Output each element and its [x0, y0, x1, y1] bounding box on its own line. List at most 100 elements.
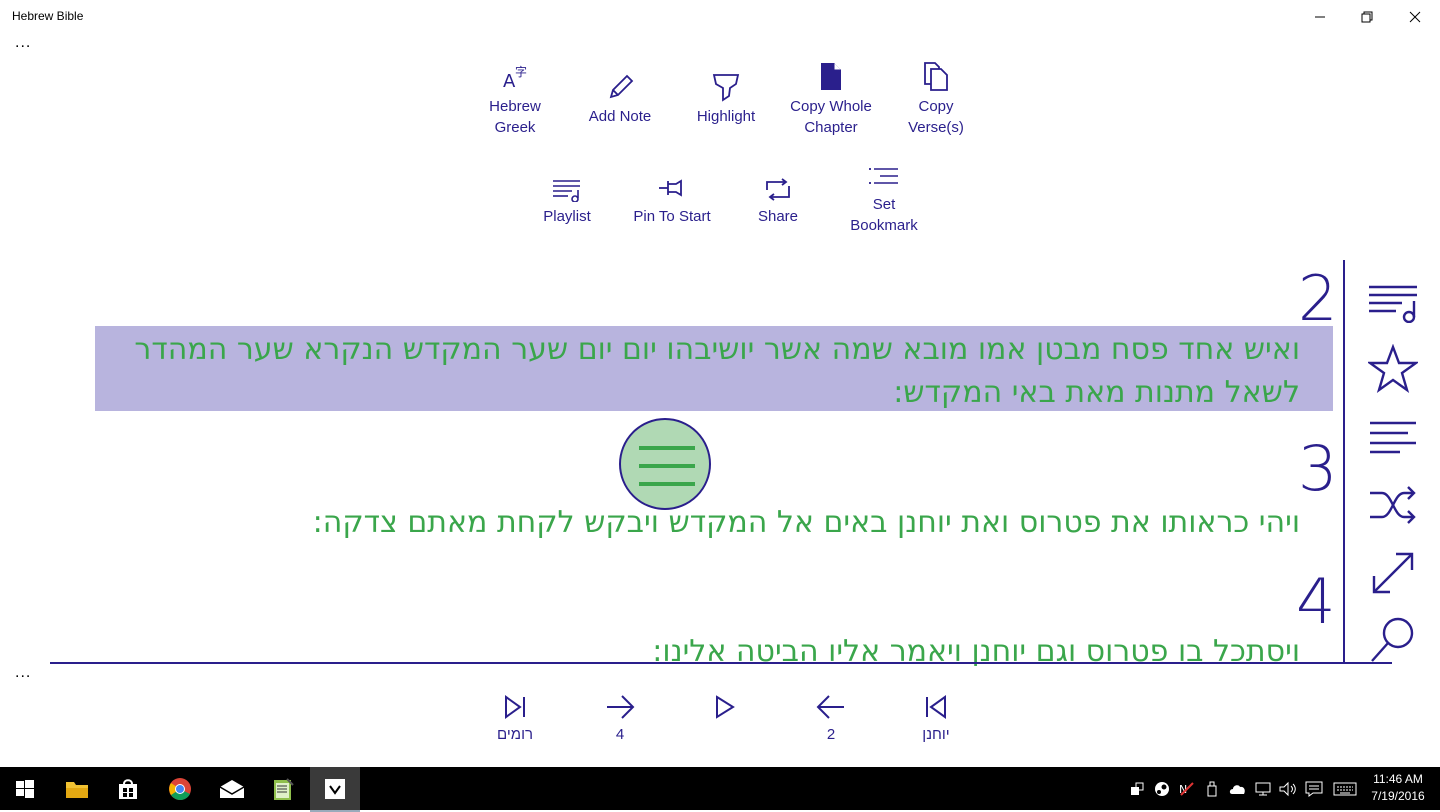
nvidia-icon: N — [1179, 781, 1194, 796]
pin-icon — [659, 179, 682, 197]
volume-tray-icon[interactable] — [1276, 767, 1300, 810]
speaker-icon — [1279, 781, 1296, 796]
expand-icon — [1372, 552, 1414, 594]
highlight-label: Highlight — [696, 108, 756, 125]
previous-chapter-label: 2 — [826, 726, 836, 743]
highlighter-icon — [712, 74, 740, 102]
app-title: Hebrew Bible — [12, 9, 84, 23]
verse-reader: 2 ואיש אחד פסח מבטן אמו מובא שמה אשר יוש… — [0, 258, 1440, 666]
hebrew-greek-button[interactable]: A 字 Hebrew Greek — [465, 62, 565, 138]
copy-verses-label: Copy Verse(s) — [908, 98, 964, 136]
cloud-icon — [1229, 784, 1245, 794]
verse-text[interactable]: ויהי כראותו את פטרוס ואת יוחנן באים אל ה… — [250, 501, 1300, 544]
next-chapter-label: 4 — [615, 726, 625, 743]
device-icon — [1131, 782, 1144, 795]
onedrive-tray-icon[interactable] — [1226, 767, 1250, 810]
verse-text[interactable]: ואיש אחד פסח מבטן אמו מובא שמה אשר יושיב… — [95, 328, 1300, 414]
hebrew-bible-taskbar-button[interactable] — [310, 767, 360, 812]
play-icon — [716, 695, 735, 719]
minimize-icon — [1315, 16, 1325, 18]
copy-chapter-button[interactable]: Copy Whole Chapter — [781, 62, 881, 138]
network-tray-icon[interactable] — [1251, 767, 1275, 810]
notifications-tray-icon[interactable] — [1302, 767, 1326, 810]
previous-chapter-button[interactable]: 2 — [791, 694, 871, 743]
close-icon — [1409, 11, 1421, 23]
top-more-button[interactable]: ... — [15, 34, 31, 52]
tray-app-icon[interactable] — [1125, 767, 1149, 810]
playlist-icon — [553, 180, 580, 202]
playlist-button[interactable]: Playlist — [517, 178, 617, 227]
pencil-icon — [609, 74, 634, 99]
close-button[interactable] — [1392, 0, 1438, 34]
verse-text[interactable]: ויסתכל בו פטרוס וגם יוחנן ויאמר אליו הבי… — [450, 630, 1300, 666]
pin-to-start-button[interactable]: Pin To Start — [622, 178, 722, 227]
chrome-taskbar-button[interactable] — [155, 767, 205, 810]
mail-taskbar-button[interactable] — [207, 767, 257, 810]
usb-tray-icon[interactable] — [1200, 767, 1224, 810]
title-bar: Hebrew Bible — [0, 0, 1440, 34]
chrome-icon — [169, 777, 191, 800]
text-view-side-button[interactable] — [1365, 410, 1421, 460]
next-chapter-button[interactable]: 4 — [580, 694, 660, 743]
nvidia-tray-icon[interactable]: N — [1175, 767, 1199, 810]
network-icon — [1255, 782, 1271, 795]
lines-icon — [1370, 421, 1416, 454]
favorite-side-button[interactable] — [1365, 344, 1421, 394]
set-bookmark-label: Set Bookmark — [850, 196, 918, 234]
sidebar-divider — [1343, 260, 1345, 664]
shuffle-side-button[interactable] — [1365, 480, 1421, 530]
shuffle-icon — [1370, 486, 1416, 524]
folder-icon — [66, 781, 88, 798]
clock-time: 11:46 AM — [1373, 772, 1423, 786]
clock-date: 7/19/2016 — [1371, 789, 1425, 803]
language-icon: A 字 — [503, 64, 527, 92]
next-book-button[interactable]: רומים — [475, 694, 555, 743]
start-button[interactable] — [0, 767, 50, 810]
search-side-button[interactable] — [1365, 614, 1421, 662]
add-note-button[interactable]: Add Note — [570, 72, 670, 127]
playlist-icon — [1369, 285, 1417, 323]
search-icon — [1371, 617, 1414, 662]
bottom-more-button[interactable]: ... — [15, 664, 31, 682]
mail-icon — [219, 779, 245, 798]
previous-book-button[interactable]: יוחנן — [896, 694, 976, 743]
verse-number: 3 — [1298, 432, 1338, 505]
bottom-divider — [50, 662, 1392, 664]
fullscreen-side-button[interactable] — [1365, 548, 1421, 598]
copy-verses-button[interactable]: Copy Verse(s) — [886, 62, 986, 138]
verse-number: 2 — [1298, 262, 1338, 335]
file-explorer-taskbar-button[interactable] — [52, 767, 102, 810]
store-taskbar-button[interactable] — [103, 767, 153, 810]
previous-book-label: יוחנן — [922, 726, 950, 743]
taskbar: N 11:46 AM 7/19/2016 — [0, 767, 1440, 812]
steam-tray-icon[interactable] — [1150, 767, 1174, 810]
set-bookmark-button[interactable]: Set Bookmark — [834, 166, 934, 236]
star-icon — [1368, 344, 1418, 393]
highlight-button[interactable]: Highlight — [676, 72, 776, 127]
restore-icon — [1361, 11, 1373, 23]
skip-back-icon — [926, 695, 946, 719]
action-center-icon — [1305, 781, 1323, 797]
next-book-label: רומים — [497, 726, 533, 743]
document-icon — [821, 63, 841, 90]
keyboard-tray-icon[interactable] — [1332, 767, 1358, 810]
add-note-label: Add Note — [588, 108, 652, 125]
usb-drive-icon — [1207, 781, 1217, 796]
bookmark-list-icon — [869, 168, 898, 184]
playlist-label: Playlist — [543, 208, 591, 225]
share-icon — [766, 178, 790, 201]
minimize-button[interactable] — [1297, 0, 1343, 34]
share-label: Share — [757, 208, 799, 225]
notepad-taskbar-button[interactable] — [258, 767, 308, 810]
windows-logo-icon — [16, 779, 34, 798]
menu-fab-button[interactable] — [619, 418, 711, 510]
playlist-side-button[interactable] — [1365, 276, 1421, 326]
bible-app-icon — [325, 778, 345, 799]
svg-text:字: 字 — [515, 64, 527, 79]
share-button[interactable]: Share — [728, 178, 828, 227]
copy-icon — [924, 62, 948, 91]
restore-button[interactable] — [1344, 0, 1390, 34]
system-clock[interactable]: 11:46 AM 7/19/2016 — [1362, 771, 1434, 805]
play-button[interactable] — [685, 694, 765, 726]
keyboard-icon — [1333, 782, 1357, 795]
